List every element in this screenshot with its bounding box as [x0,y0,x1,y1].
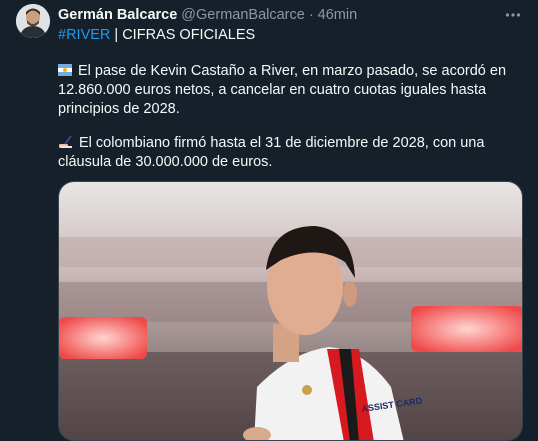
author-avatar[interactable] [16,4,50,38]
author-handle[interactable]: @GermanBalcarce [181,6,305,24]
paragraph-2-text: El colombiano firmó hasta el 31 de dicie… [58,135,485,170]
argentina-flag-icon [58,64,72,76]
author-name[interactable]: Germán Balcarce [58,6,177,24]
dot-separator: · [308,7,314,23]
player-photo: ASSIST CARD [59,182,522,440]
more-options-button[interactable] [504,6,522,24]
led-board-left [59,317,147,359]
more-horizontal-icon [505,13,521,17]
avatar-photo [16,4,50,38]
tweet-photo[interactable]: ASSIST CARD [58,181,523,441]
hashtag-link[interactable]: #RIVER [58,27,110,43]
tweet-header: Germán Balcarce @GermanBalcarce · 46min [58,6,357,24]
tweet-paragraph-1: El pase de Kevin Castaño a River, en mar… [58,62,524,119]
headline-text: | CIFRAS OFICIALES [110,27,256,43]
writing-hand-icon [59,135,72,148]
tweet-paragraph-2: El colombiano firmó hasta el 31 de dicie… [58,134,524,172]
timestamp[interactable]: 46min [318,6,358,24]
led-board-right [411,306,522,352]
paragraph-1-text: El pase de Kevin Castaño a River, en mar… [58,63,507,117]
tweet-headline: #RIVER | CIFRAS OFICIALES [58,26,524,45]
club-crest [302,385,312,395]
